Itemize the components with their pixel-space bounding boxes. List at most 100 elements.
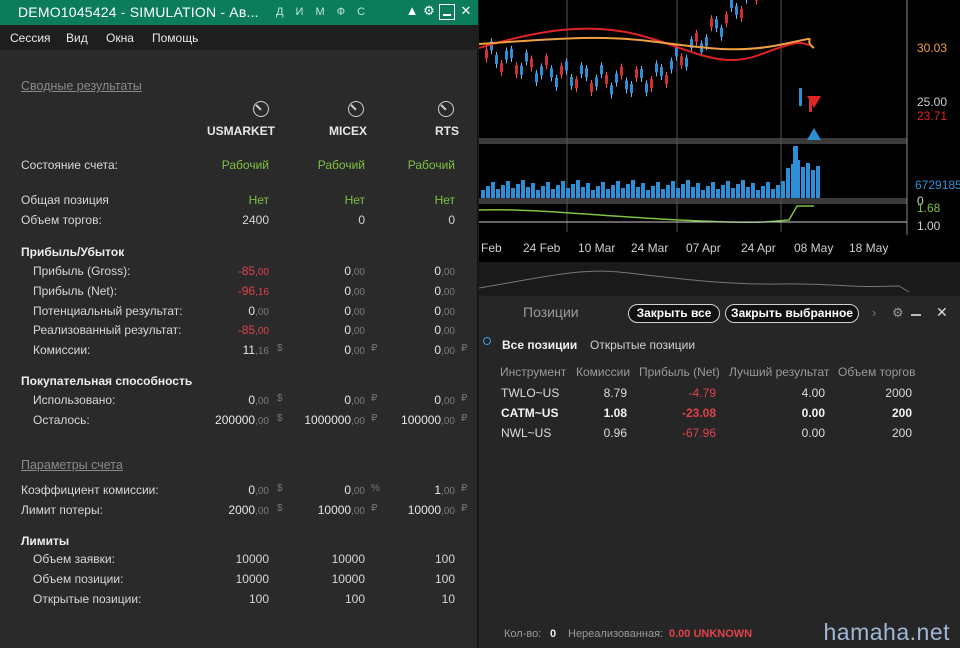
- close-icon[interactable]: ✕: [458, 3, 474, 21]
- candle: [620, 66, 623, 76]
- close-all-button[interactable]: Закрыть все: [628, 304, 720, 323]
- value-frac: ,00: [255, 506, 269, 517]
- cell-net-profit: -23.08: [681, 406, 716, 420]
- panel-separator: [479, 198, 907, 204]
- price-chart[interactable]: 30.03 25.00 23.71 6729185 0 1.68 1.00 Feb 24 Feb…: [479, 0, 960, 295]
- menu-view[interactable]: Вид: [66, 31, 88, 45]
- volume-bar: [793, 146, 798, 198]
- collapse-up-icon[interactable]: ▲: [404, 3, 420, 21]
- volume-bar: [496, 189, 500, 198]
- volume-bar: [731, 188, 735, 198]
- volume-bar: [781, 181, 785, 198]
- header-letter-m[interactable]: М: [315, 6, 324, 18]
- potential-label: Потенциальный результат:: [33, 304, 183, 318]
- col-volume[interactable]: Объем торгов: [838, 365, 915, 379]
- open-positions-rts: 10: [441, 592, 455, 606]
- summary-section-title[interactable]: Сводные результаты: [21, 79, 142, 93]
- volume-bar: [771, 189, 775, 198]
- open-positions-label: Открытые позиции:: [33, 592, 142, 606]
- volume-bar: [776, 185, 780, 198]
- col-instrument[interactable]: Инструмент: [500, 365, 566, 379]
- volume-bar: [721, 185, 725, 198]
- minimize-icon[interactable]: [439, 4, 455, 20]
- volume-bar: [531, 183, 535, 198]
- menu-session[interactable]: Сессия: [10, 31, 51, 45]
- net-label: Прибыль (Net):: [33, 284, 118, 298]
- candle: [505, 50, 508, 60]
- menu-help[interactable]: Помощь: [152, 31, 198, 45]
- candle: [670, 60, 673, 70]
- tab-all-positions[interactable]: Все позиции: [502, 338, 577, 352]
- volume-bar: [636, 187, 640, 198]
- candle: [635, 69, 638, 79]
- header-letter-d[interactable]: Д: [276, 6, 283, 18]
- candle: [495, 55, 498, 65]
- tab-open-positions[interactable]: Открытые позиции: [590, 338, 695, 352]
- candle: [560, 65, 563, 75]
- volume-bar: [546, 182, 550, 198]
- volume-bar: [806, 163, 810, 198]
- value-int: 1000000: [304, 413, 352, 427]
- candle: [655, 63, 658, 73]
- value-frac: ,16: [255, 287, 269, 298]
- cell-instrument: TWLO~US: [501, 386, 560, 400]
- date-label: 07 Apr: [686, 241, 721, 255]
- commissions-label: Комиссии:: [33, 343, 91, 357]
- candle: [685, 57, 688, 67]
- currency-unit: $: [277, 393, 283, 404]
- col-commissions[interactable]: Комиссии: [576, 365, 630, 379]
- volume-usmarket: 2400: [242, 213, 269, 227]
- close-icon[interactable]: ✕: [936, 304, 948, 321]
- position-volume-rts: 100: [434, 572, 455, 586]
- close-selected-button[interactable]: Закрыть выбранное: [725, 304, 859, 323]
- value-frac: ,00: [351, 486, 365, 497]
- value-frac: ,00: [255, 307, 269, 318]
- chevron-right-icon[interactable]: ›: [872, 305, 876, 320]
- volume-bar: [811, 170, 815, 198]
- header-letter-i[interactable]: И: [296, 6, 304, 18]
- chart-canvas[interactable]: 30.0325.0023.71672918501.681.00Feb 24 Feb…: [479, 0, 960, 295]
- params-section-title[interactable]: Параметры счета: [21, 458, 123, 472]
- value-frac: ,00: [351, 506, 365, 517]
- volume-bar: [491, 182, 495, 198]
- navigator-strip: [479, 262, 960, 295]
- volume-bar: [801, 167, 805, 198]
- volume-bar: [631, 180, 635, 198]
- window-titlebar[interactable]: DEMO1045424 - SIMULATION - Ав... Д И М Ф…: [0, 0, 478, 25]
- value-frac: ,00: [351, 307, 365, 318]
- menu-windows[interactable]: Окна: [106, 31, 134, 45]
- volume-bar: [556, 185, 560, 198]
- col-net-profit[interactable]: Прибыль (Net): [639, 365, 720, 379]
- candle: [605, 74, 608, 84]
- loss-limit-rts: 10000,00: [375, 503, 455, 517]
- minimize-icon[interactable]: [911, 314, 921, 316]
- value-frac: ,00: [351, 346, 365, 357]
- value-frac: ,00: [351, 267, 365, 278]
- volume-bar: [661, 189, 665, 198]
- candle: [500, 63, 503, 73]
- header-letter-s[interactable]: С: [357, 6, 365, 18]
- candle: [555, 77, 558, 87]
- header-letter-f[interactable]: Ф: [337, 6, 345, 18]
- radio-icon[interactable]: [483, 337, 491, 345]
- limits-title: Лимиты: [21, 534, 70, 548]
- realized-label: Реализованный результат:: [33, 323, 182, 337]
- order-volume-usmarket: 10000: [235, 552, 269, 566]
- window-title: DEMO1045424 - SIMULATION - Ав...: [18, 4, 259, 20]
- commissions-usmarket: 11,16: [189, 343, 269, 357]
- volume-bar: [591, 190, 595, 198]
- footer-unrealized: 0.00 UNKNOWN: [669, 628, 753, 640]
- indicator-line: [479, 205, 814, 224]
- volume-bar: [521, 180, 525, 198]
- gear-icon[interactable]: ⚙: [421, 3, 437, 21]
- date-label: 08 May: [794, 241, 833, 255]
- volume-bar: [671, 181, 675, 198]
- col-best-result[interactable]: Лучший результат: [729, 365, 829, 379]
- volume-bar: [746, 187, 750, 198]
- cell-net-profit: -4.79: [688, 386, 716, 400]
- volume-bar: [601, 182, 605, 198]
- value-frac: ,00: [351, 287, 365, 298]
- commission-coef-usmarket: 0,00: [189, 483, 269, 497]
- gear-icon[interactable]: ⚙: [892, 305, 904, 321]
- indicator-label-value: 1.68: [917, 201, 941, 215]
